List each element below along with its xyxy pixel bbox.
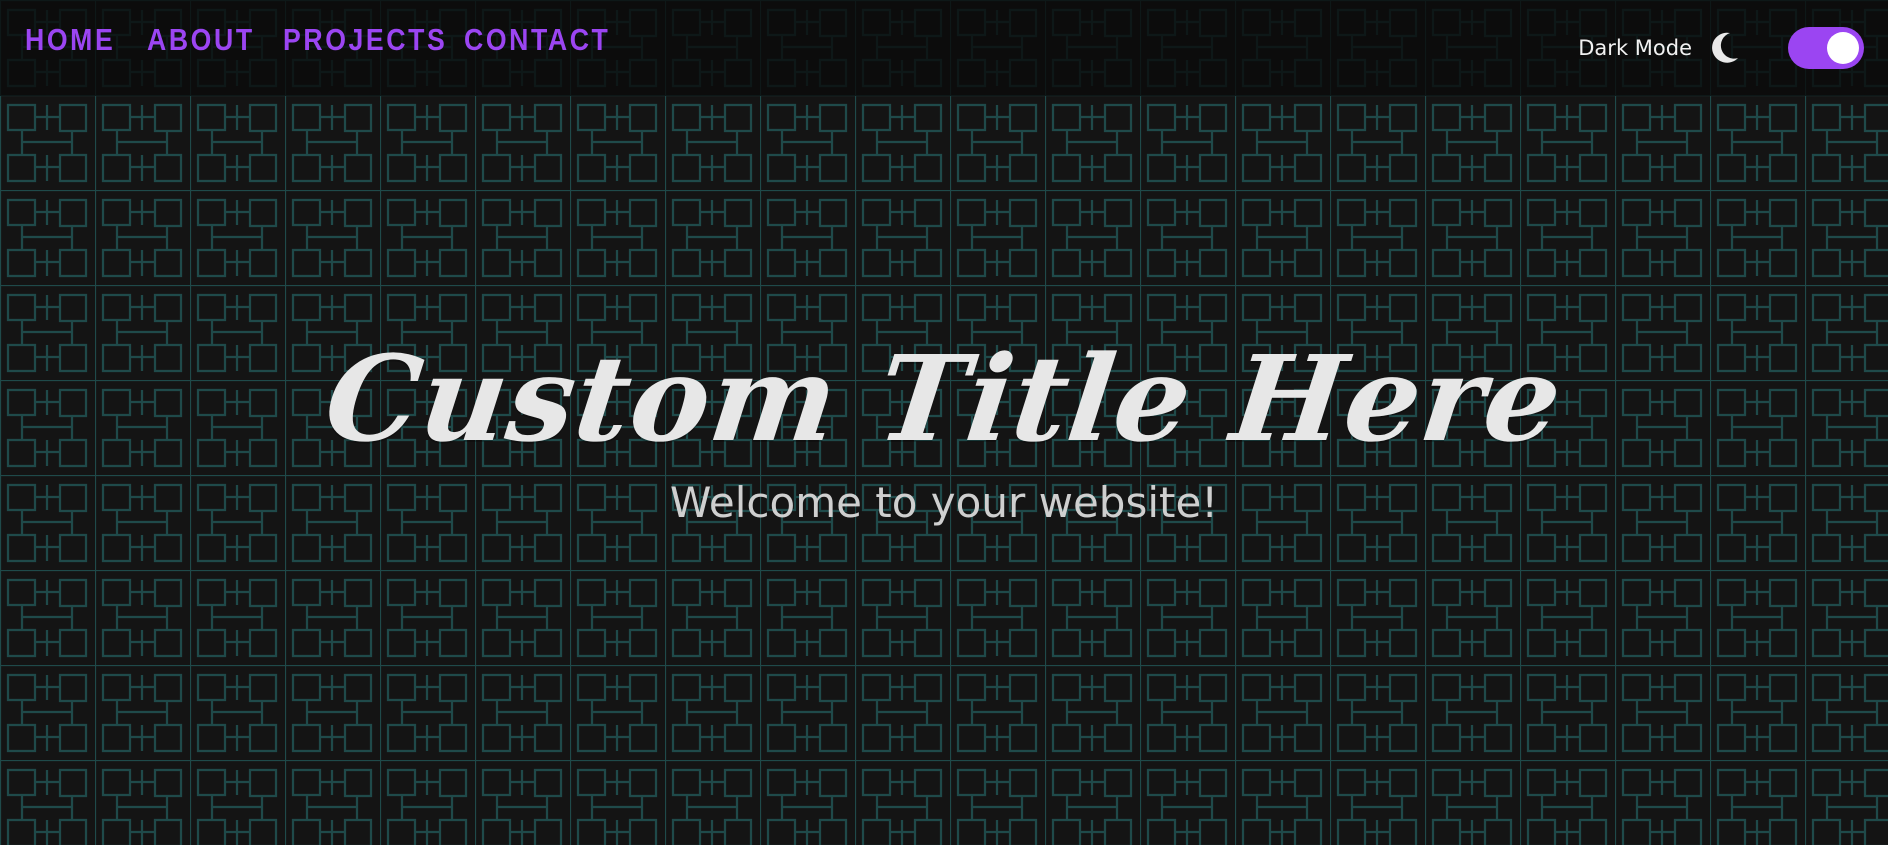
nav-about-link[interactable]: ABOUT (147, 22, 255, 58)
nav-projects-link[interactable]: PROJECTS (283, 22, 447, 58)
nav-home-link[interactable]: HOME (25, 22, 115, 58)
top-navigation-bar: HOME ABOUT PROJECTS CONTACT Dark Mode (0, 0, 1888, 96)
hero-section: Custom Title Here Welcome to your websit… (0, 329, 1888, 528)
page-subtitle: Welcome to your website! (669, 478, 1219, 527)
dark-mode-label: Dark Mode (1578, 36, 1692, 60)
moon-icon (1712, 32, 1738, 63)
dark-mode-toggle[interactable] (1788, 27, 1864, 69)
page-title: Custom Title Here (318, 329, 1570, 468)
nav-contact-link[interactable]: CONTACT (464, 22, 610, 58)
toggle-knob (1827, 32, 1859, 64)
